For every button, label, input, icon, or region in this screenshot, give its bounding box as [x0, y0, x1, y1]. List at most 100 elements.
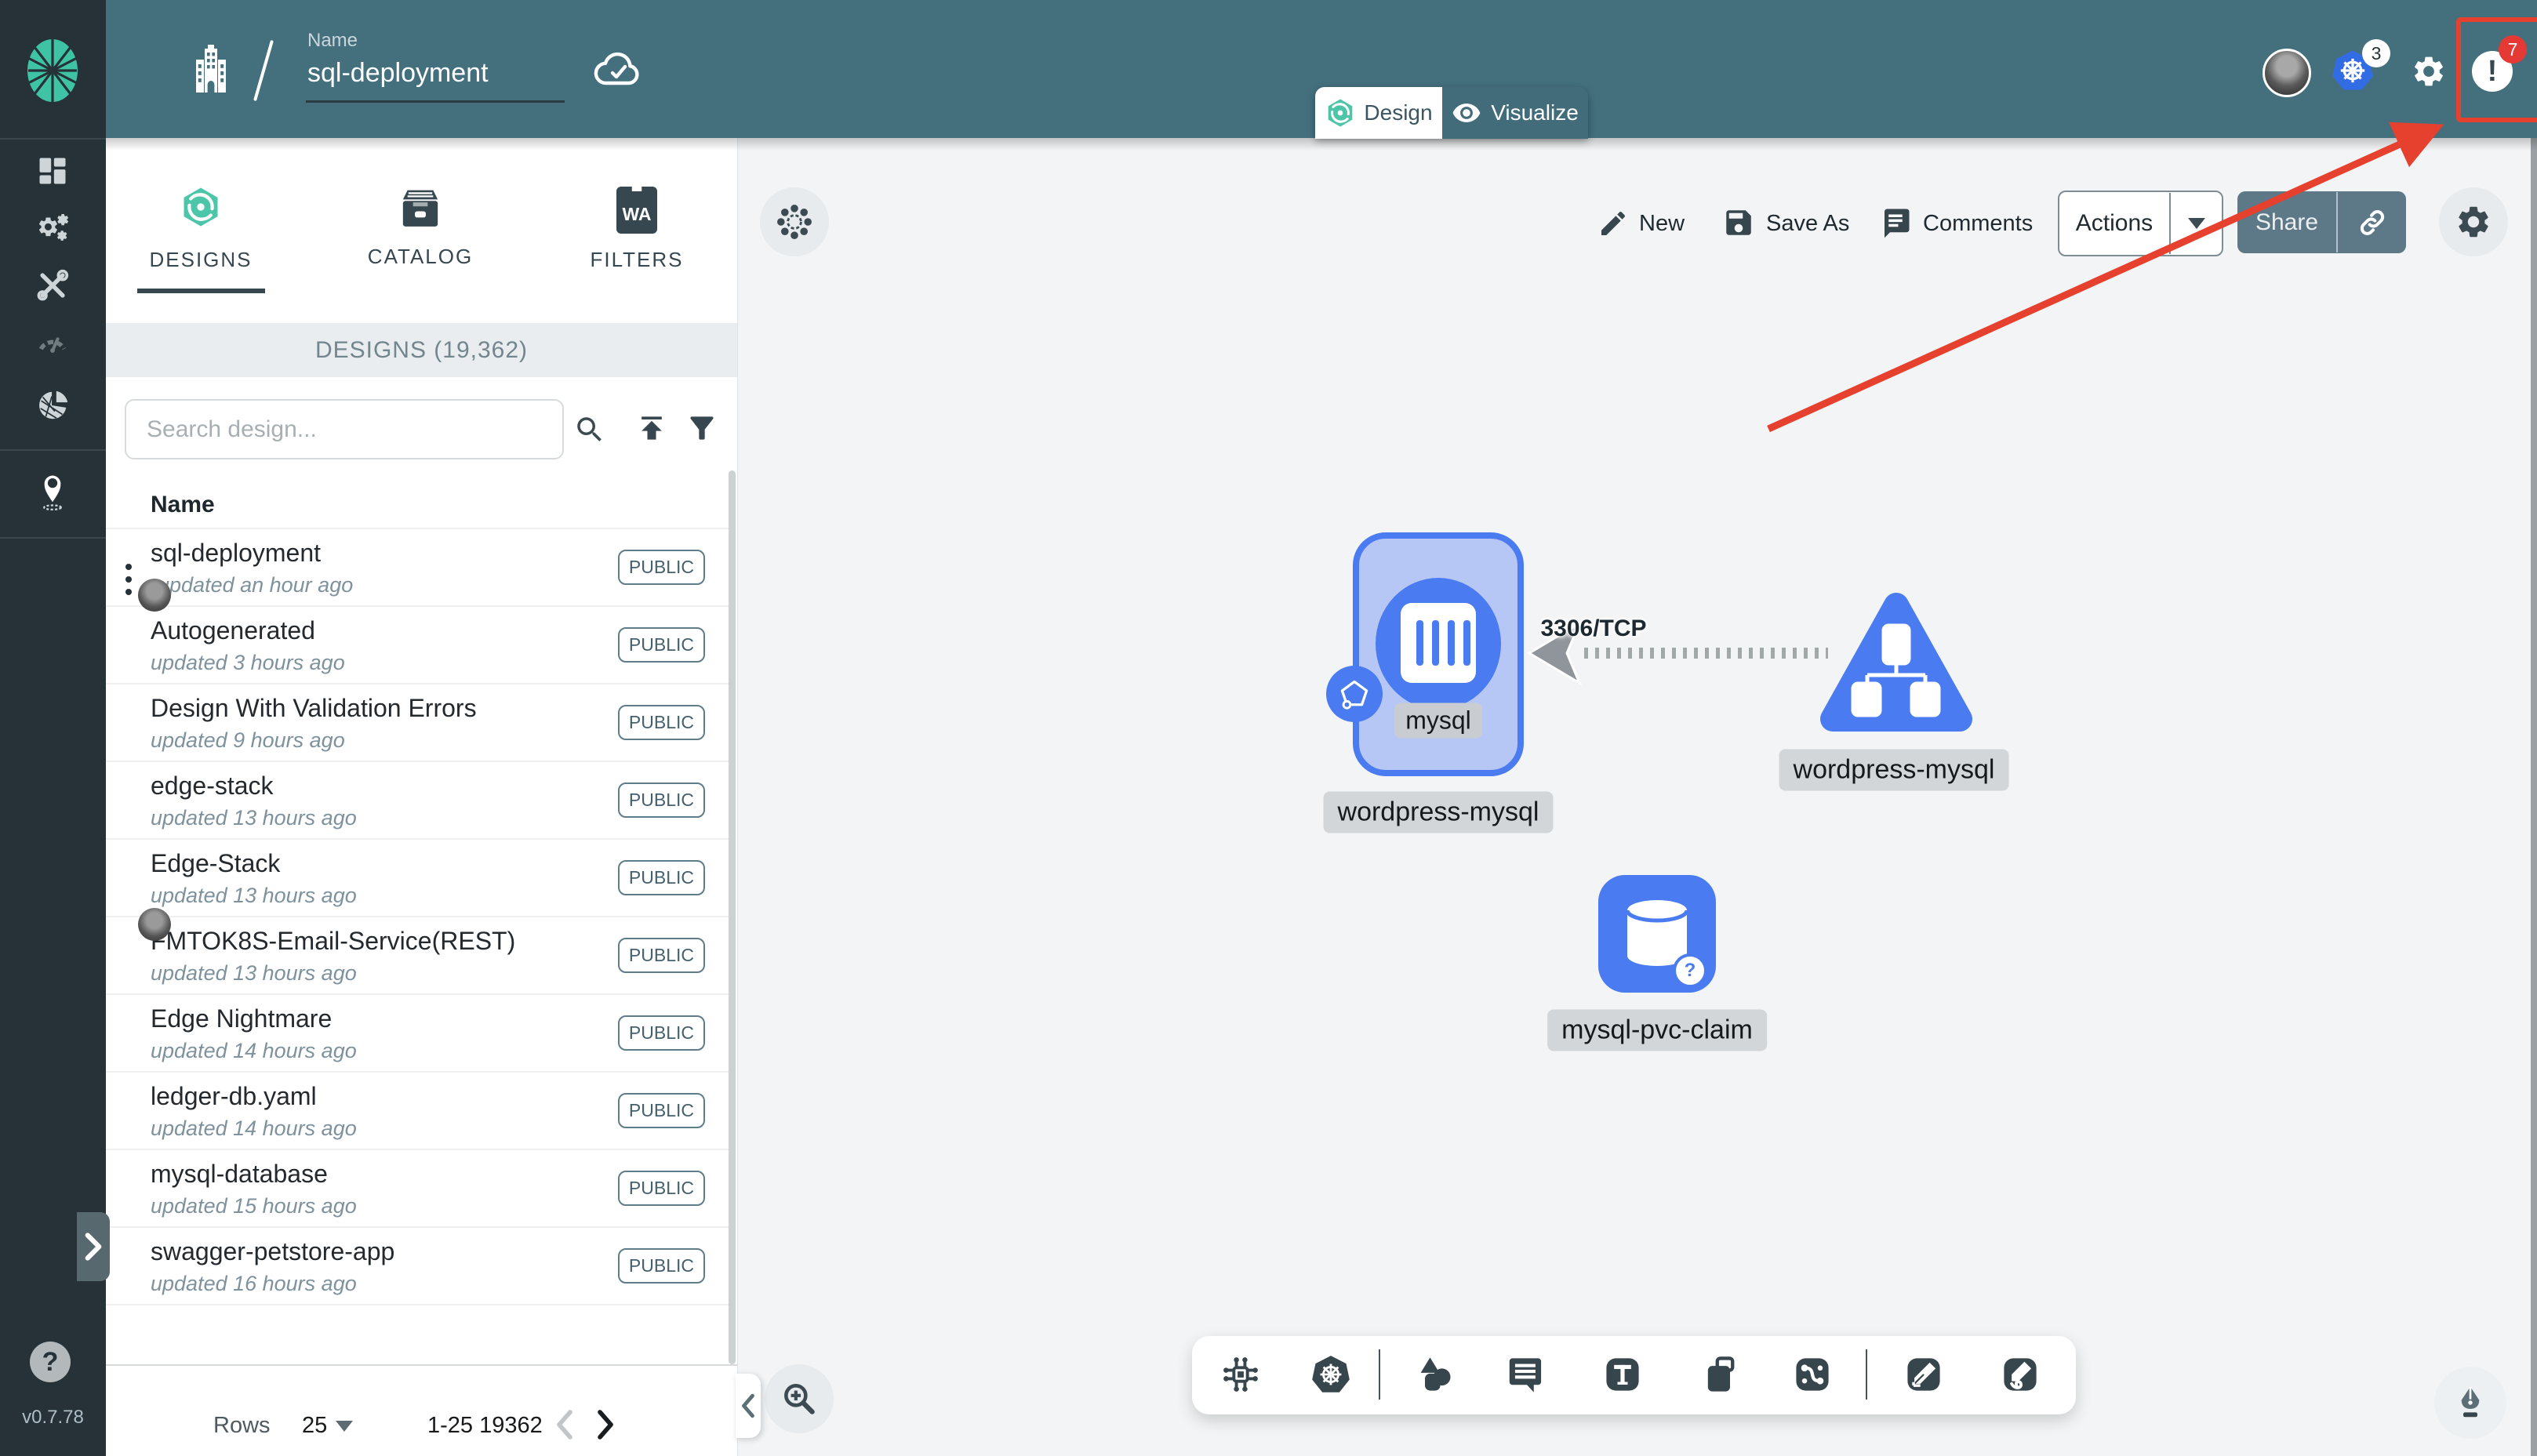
visibility-badge: PUBLIC — [617, 627, 705, 663]
row-owner-avatar — [138, 908, 171, 941]
k8s-context-count-badge: 3 — [2362, 39, 2390, 67]
panel-collapse-button[interactable] — [736, 1374, 761, 1438]
design-name: FMTOK8S-Email-Service(REST) — [151, 927, 516, 955]
sidebar-item-extensions[interactable] — [35, 387, 70, 422]
tool-note-icon[interactable] — [1699, 1354, 1740, 1395]
visibility-badge: PUBLIC — [617, 705, 705, 740]
meshery-kanvas-app: Name sql-deployment Design Visualize 3 !… — [0, 0, 2537, 1456]
sidebar-item-performance[interactable] — [35, 325, 70, 359]
rows-per-page-label: Rows — [213, 1413, 271, 1438]
design-row[interactable]: Edge-Stack updated 13 hours ago PUBLIC — [106, 838, 730, 941]
design-name-underline — [306, 100, 565, 103]
settings-gear-icon[interactable] — [2411, 53, 2447, 89]
panel-scrollbar[interactable] — [729, 470, 736, 1364]
pen-mode-button[interactable] — [2434, 1367, 2506, 1439]
sidebar-item-lifecycle[interactable] — [35, 210, 70, 245]
search-icon[interactable] — [573, 413, 606, 446]
cloud-sync-icon — [593, 45, 643, 93]
help-button[interactable]: ? — [30, 1342, 71, 1382]
design-name: Edge Nightmare — [151, 1004, 333, 1033]
tool-node-graph-icon[interactable] — [1220, 1354, 1261, 1395]
filter-icon[interactable] — [685, 411, 719, 445]
save-as-icon[interactable] — [1722, 206, 1755, 239]
tab-visualize[interactable]: Visualize — [1442, 87, 1588, 139]
container-label: mysql — [1394, 703, 1482, 739]
column-header-name: Name — [151, 492, 215, 517]
tool-kubernetes-icon[interactable] — [1310, 1354, 1351, 1395]
design-name: edge-stack — [151, 772, 274, 800]
design-row[interactable]: swagger-petstore-app updated 16 hours ag… — [106, 1226, 730, 1305]
tool-freehand-draw-icon[interactable] — [2000, 1354, 2041, 1395]
tool-relationship-icon[interactable] — [1792, 1354, 1833, 1395]
row-owner-avatar — [138, 579, 171, 612]
panel-tab-active-underline — [137, 289, 265, 293]
design-row[interactable]: Design With Validation Errors updated 9 … — [106, 683, 730, 762]
edge-port-label: 3306/TCP — [1540, 615, 1647, 641]
save-as-label[interactable]: Save As — [1766, 211, 1849, 237]
zoom-in-button[interactable] — [765, 1364, 834, 1433]
organization-icon[interactable] — [193, 44, 229, 96]
design-updated: updated 13 hours ago — [151, 961, 357, 985]
panel-tab-filters[interactable]: FILTERS — [591, 248, 684, 272]
design-name-value[interactable]: sql-deployment — [307, 58, 489, 89]
design-spiral-icon — [1325, 97, 1356, 129]
rail-divider — [0, 449, 106, 451]
design-row[interactable]: FMTOK8S-Email-Service(REST) updated 13 h… — [106, 916, 730, 995]
design-name: Autogenerated — [151, 616, 315, 644]
share-link-icon[interactable] — [2338, 207, 2406, 238]
new-design-label[interactable]: New — [1639, 211, 1685, 237]
sidebar-item-kanvas-pin-icon[interactable] — [35, 464, 71, 514]
tab-design[interactable]: Design — [1315, 87, 1442, 139]
pvc-label: mysql-pvc-claim — [1547, 1009, 1767, 1051]
upload-design-icon[interactable] — [634, 411, 669, 445]
rail-divider — [0, 138, 106, 140]
tab-design-label: Design — [1364, 100, 1433, 125]
sidebar-item-configuration[interactable] — [35, 268, 70, 303]
canvas-dot-grid-button[interactable] — [760, 187, 829, 256]
container-bar — [1448, 620, 1455, 666]
visualize-eye-icon — [1452, 98, 1481, 128]
toolbar-divider — [1379, 1349, 1380, 1400]
sidebar-expand-button[interactable] — [77, 1212, 110, 1281]
design-row[interactable]: Autogenerated updated 3 hours ago PUBLIC — [106, 605, 730, 684]
canvas-scrollbar[interactable] — [2531, 138, 2537, 1456]
rows-per-page-value[interactable]: 25 — [302, 1413, 327, 1439]
comments-label[interactable]: Comments — [1923, 211, 2033, 237]
design-updated: updated 15 hours ago — [151, 1194, 357, 1218]
designs-count-header: DESIGNS (19,362) — [106, 323, 737, 377]
actions-caret-icon[interactable] — [2171, 218, 2222, 229]
row-menu-icon[interactable] — [125, 562, 133, 598]
panel-tab-designs[interactable]: DESIGNS — [149, 248, 252, 272]
panel-tab-catalog-icon — [398, 188, 442, 229]
visibility-badge: PUBLIC — [617, 782, 705, 818]
comments-icon[interactable] — [1879, 206, 1912, 239]
actions-dropdown-button[interactable]: Actions — [2058, 191, 2223, 256]
design-row[interactable]: sql-deployment updated an hour ago PUBLI… — [106, 528, 730, 612]
rows-per-page-caret-icon[interactable] — [336, 1421, 353, 1432]
next-page-icon[interactable] — [594, 1407, 616, 1442]
user-avatar[interactable] — [2263, 49, 2311, 97]
prev-page-icon[interactable] — [554, 1407, 576, 1442]
share-button[interactable]: Share — [2237, 191, 2406, 253]
pagination-divider — [106, 1364, 737, 1366]
visibility-badge: PUBLIC — [617, 1171, 705, 1206]
new-design-icon[interactable] — [1597, 208, 1629, 239]
pagination-range: 1-25 19362 — [427, 1413, 543, 1438]
tool-pen-anchor-icon[interactable] — [1903, 1354, 1944, 1395]
tool-text-icon[interactable] — [1602, 1354, 1643, 1395]
sidebar-item-dashboard[interactable] — [35, 154, 70, 188]
search-input[interactable] — [125, 399, 564, 459]
notification-count-badge: 7 — [2499, 35, 2527, 64]
meshery-logo[interactable] — [25, 38, 80, 103]
design-row[interactable]: ledger-db.yaml updated 14 hours ago PUBL… — [106, 1071, 730, 1150]
canvas-settings-gear-icon[interactable] — [2439, 187, 2508, 256]
tool-shapes-icon[interactable] — [1415, 1354, 1456, 1395]
design-row[interactable]: edge-stack updated 13 hours ago PUBLIC — [106, 761, 730, 840]
design-row[interactable]: Edge Nightmare updated 14 hours ago PUBL… — [106, 993, 730, 1073]
panel-tab-catalog[interactable]: CATALOG — [368, 245, 473, 269]
toolbar-divider — [1866, 1349, 1867, 1400]
pod-pentagon-badge-icon[interactable] — [1326, 666, 1383, 722]
design-row[interactable]: mysql-database updated 15 hours ago PUBL… — [106, 1149, 730, 1228]
tool-comment-icon[interactable] — [1506, 1354, 1547, 1395]
design-updated: updated 13 hours ago — [151, 806, 357, 830]
